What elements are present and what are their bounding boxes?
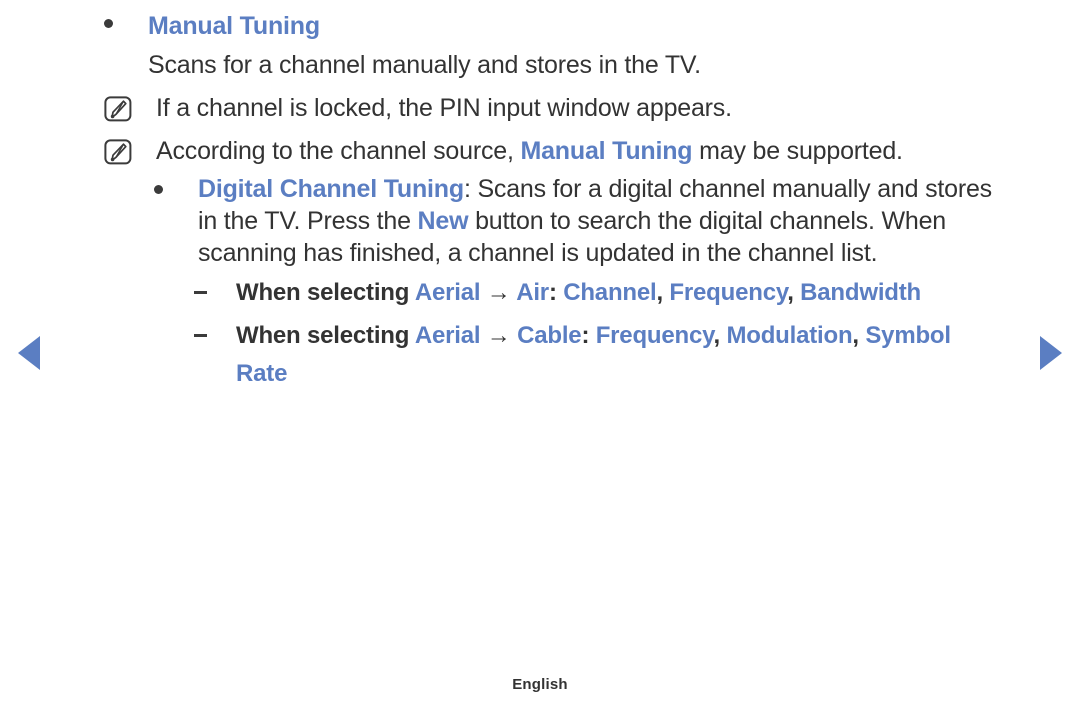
- option-air-field-0[interactable]: Channel: [563, 279, 656, 306]
- option-air-field-1[interactable]: Frequency: [669, 279, 787, 306]
- option-cable-field-1[interactable]: Modulation: [726, 322, 852, 349]
- triangle-left-icon[interactable]: [18, 336, 40, 370]
- dash-icon: [194, 317, 236, 337]
- note-link-manual-tuning[interactable]: Manual Tuning: [520, 137, 692, 165]
- note-text: If a channel is locked, the PIN input wi…: [156, 94, 732, 122]
- section-manual-tuning: Manual Tuning: [104, 8, 1004, 45]
- digital-channel-tuning-body: Digital Channel Tuning: Scans for a digi…: [198, 173, 1004, 269]
- arrow-icon: →: [486, 279, 511, 306]
- manual-tuning-description: Scans for a channel manually and stores …: [148, 51, 701, 79]
- note-text: According to the channel source, Manual …: [156, 131, 1004, 172]
- note-pen-icon-glyph: [104, 96, 132, 122]
- note-item: If a channel is locked, the PIN input wi…: [104, 88, 1004, 129]
- new-button-reference[interactable]: New: [418, 207, 469, 235]
- option-cable-text: When selecting Aerial → Cable: Frequency…: [236, 322, 951, 387]
- digital-channel-tuning-title[interactable]: Digital Channel Tuning: [198, 175, 464, 203]
- option-cable-separator: :: [581, 322, 596, 349]
- option-cable-mode[interactable]: Cable: [517, 322, 582, 349]
- dash-icon: [194, 274, 236, 294]
- note-pen-icon-glyph: [104, 139, 132, 165]
- triangle-right-icon[interactable]: [1040, 336, 1062, 370]
- option-air-separator: :: [548, 279, 564, 306]
- page-language-footer: English: [512, 676, 568, 693]
- section-digital-channel-tuning: Digital Channel Tuning: Scans for a digi…: [154, 173, 1004, 269]
- option-row-cable: When selecting Aerial → Cable: Frequency…: [194, 317, 1004, 393]
- note-text-suffix: may be supported.: [692, 137, 903, 165]
- note-pen-icon: [104, 88, 156, 122]
- option-cable-lead: When selecting: [236, 322, 415, 349]
- option-air-field-2[interactable]: Bandwidth: [800, 279, 921, 306]
- option-cable-source[interactable]: Aerial: [415, 322, 481, 349]
- page-content: Manual Tuning Scans for a channel manual…: [104, 8, 1004, 393]
- option-cable-field-0[interactable]: Frequency: [596, 322, 714, 349]
- option-air-lead: When selecting: [236, 279, 415, 306]
- option-air-mode[interactable]: Air: [516, 279, 549, 306]
- arrow-icon: →: [486, 322, 511, 349]
- option-air-source[interactable]: Aerial: [415, 279, 481, 306]
- note-pen-icon: [104, 131, 156, 165]
- manual-page: Manual Tuning Scans for a channel manual…: [0, 0, 1080, 705]
- manual-tuning-title: Manual Tuning: [148, 12, 320, 40]
- option-row-air: When selecting Aerial → Air: Channel, Fr…: [194, 274, 1004, 312]
- note-text-prefix: According to the channel source,: [156, 137, 521, 165]
- bullet-dot-icon: [154, 173, 198, 194]
- option-air-text: When selecting Aerial → Air: Channel, Fr…: [236, 279, 922, 306]
- note-item: According to the channel source, Manual …: [104, 131, 1004, 172]
- bullet-dot-icon: [104, 8, 148, 28]
